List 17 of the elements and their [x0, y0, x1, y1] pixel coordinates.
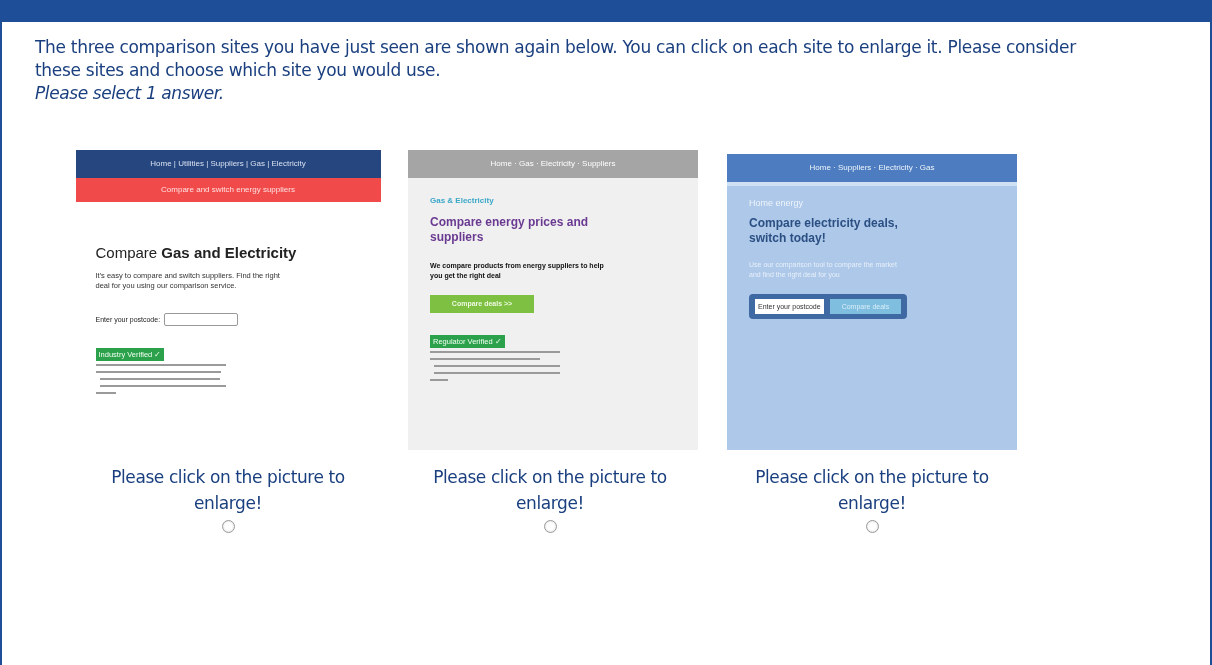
radio-button[interactable]	[865, 520, 879, 533]
site-nav-bar: Home | Utilities | Suppliers | Gas | Electricity	[75, 150, 381, 178]
instruction-text: The three comparison sites you have just seen are shown again below. You can click on each site to enlarge it. Please consider these sites and choose which site you would use.	[35, 36, 1078, 82]
site-eyebrow: Home energy	[749, 198, 805, 208]
site-heading: Compare electricity deals, switch today!	[749, 216, 899, 246]
enlarge-caption: Please click on the picture to enlarge!	[110, 466, 346, 515]
instruction-note: Please select 1 answer.	[35, 82, 225, 105]
enlarge-caption: Please click on the picture to enlarge!	[754, 466, 990, 515]
radio-button[interactable]	[221, 520, 235, 533]
site-heading: Compare energy prices and suppliers	[430, 215, 590, 245]
site-eyebrow: Gas & Electricity	[430, 196, 495, 205]
radio-button[interactable]	[543, 520, 557, 533]
site-nav-bar: Home · Gas · Electricity · Suppliers	[408, 150, 698, 178]
site-heading: Compare Gas and Electricity	[95, 244, 298, 261]
enlarge-caption: Please click on the picture to enlarge!	[432, 466, 668, 515]
site-banner: Compare and switch energy suppliers	[75, 178, 381, 202]
site-nav-bar: Home · Suppliers · Electricity · Gas	[727, 154, 1017, 186]
